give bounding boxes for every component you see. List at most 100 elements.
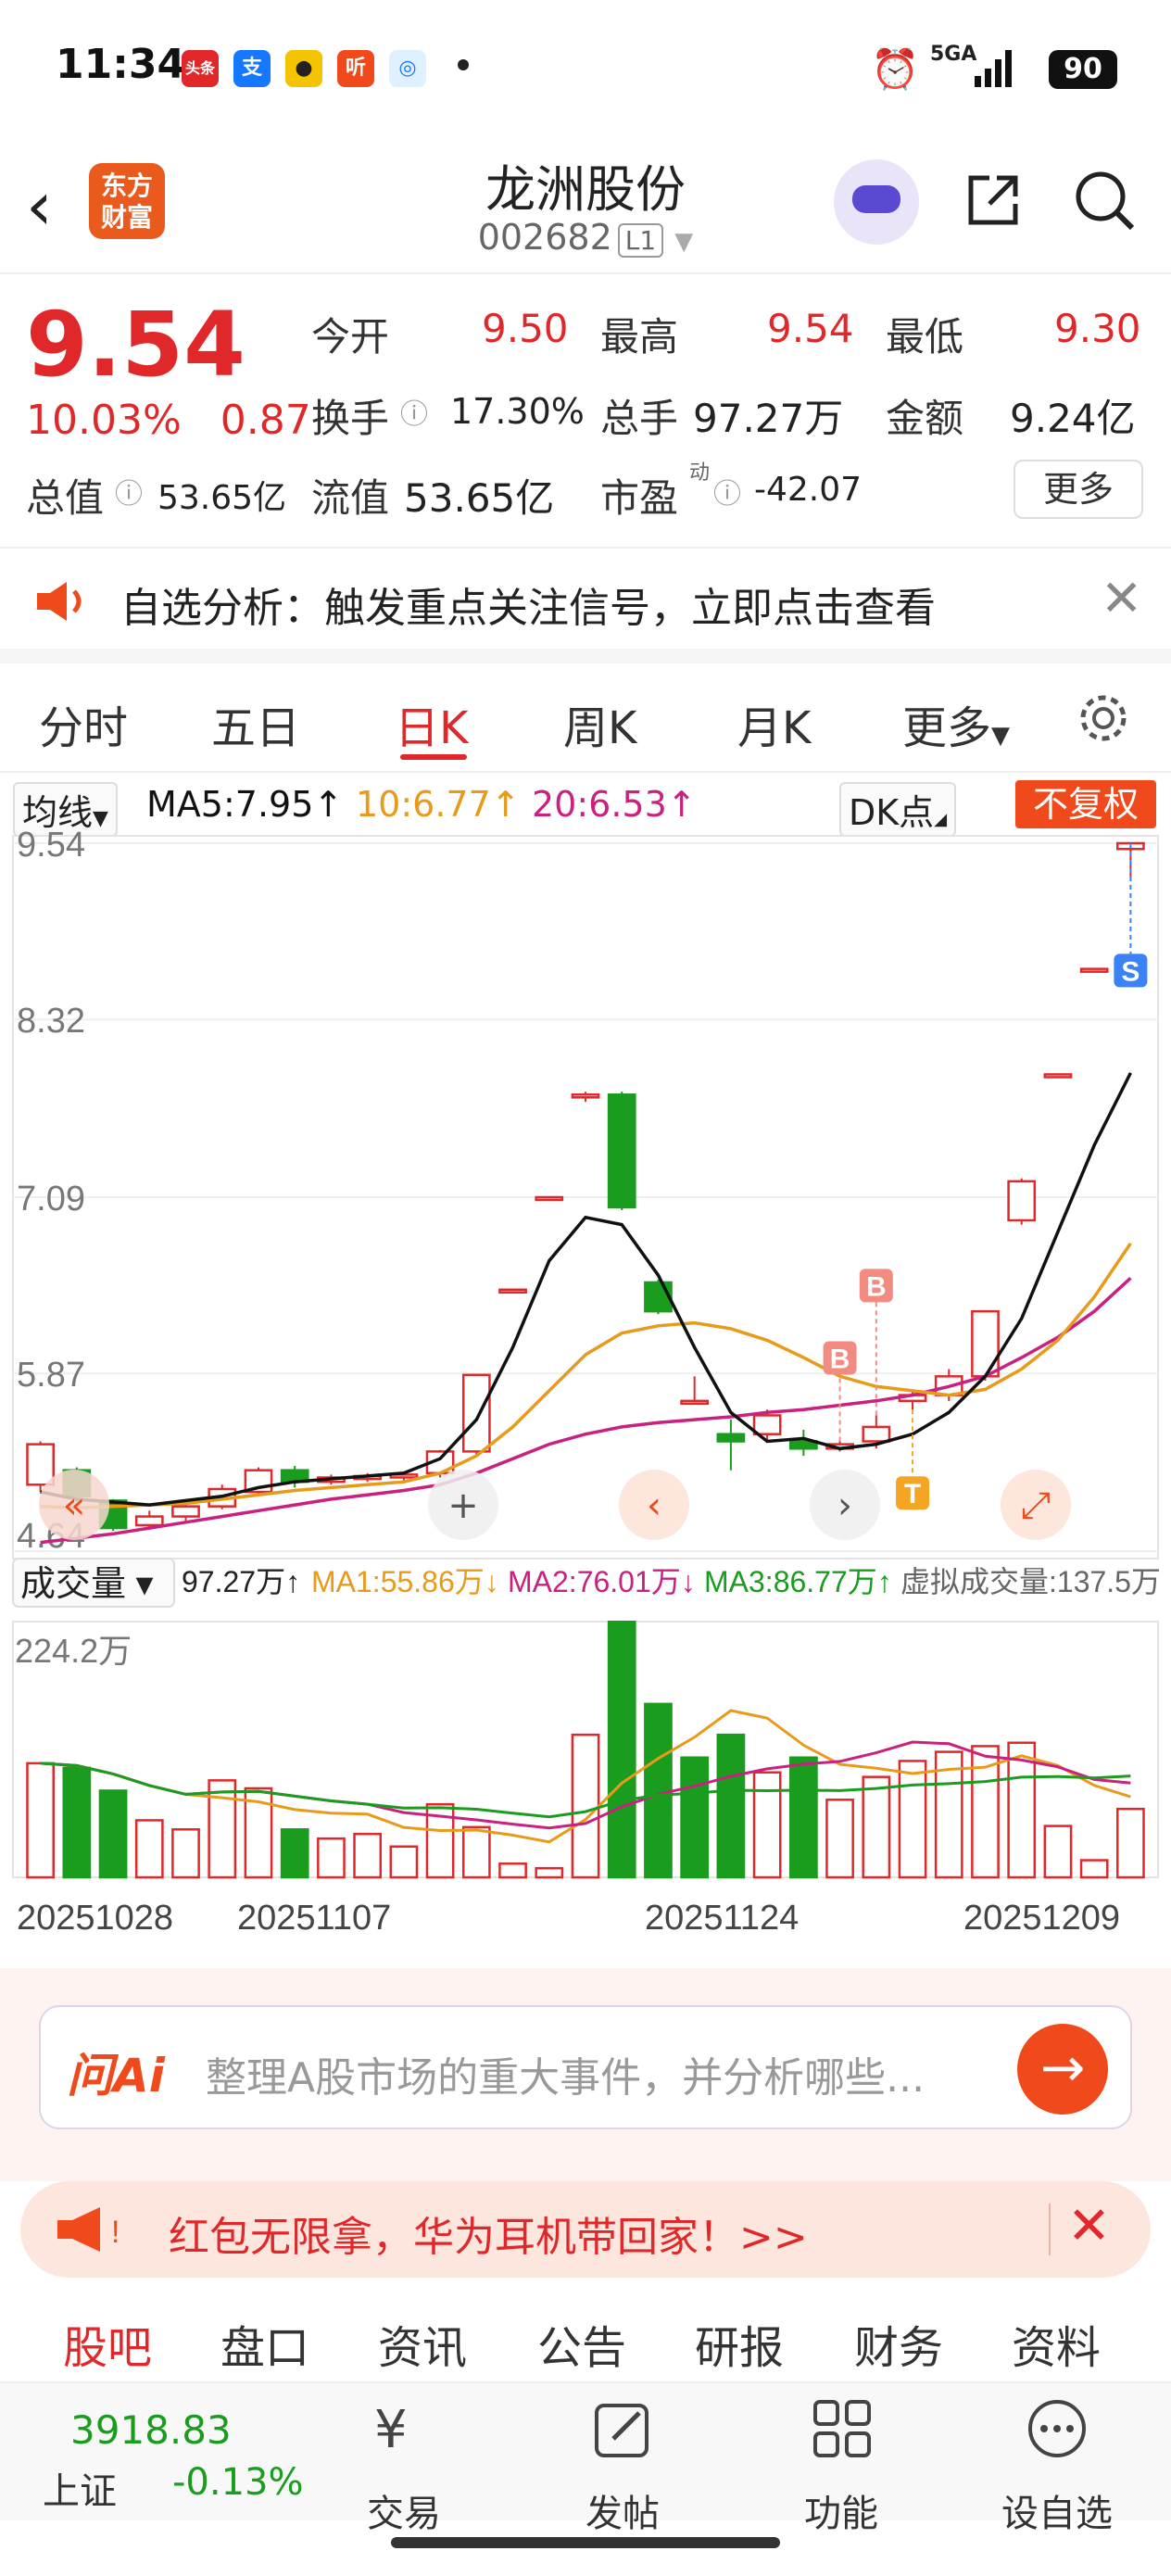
speaker-icon [37, 582, 82, 621]
info-icon[interactable]: ⓘ [115, 471, 143, 511]
volume-bar [171, 1828, 200, 1879]
x-date-label: 20251124 [645, 1899, 799, 1938]
tab-weekly-k[interactable]: 周K [563, 691, 636, 756]
volume-bar [680, 1756, 710, 1879]
change-percent: 10.03% [26, 397, 182, 444]
change-amount: 0.87 [220, 397, 311, 444]
ai-input-box[interactable]: 问Ai 整理A股市场的重大事件，并分析哪些... → [39, 2005, 1132, 2129]
info-icon[interactable]: ⓘ [400, 391, 428, 432]
send-arrow-icon[interactable]: → [1017, 2024, 1108, 2115]
ai-section: 问Ai 整理A股市场的重大事件，并分析哪些... → [0, 1968, 1171, 2181]
tab-news[interactable]: 资讯 [378, 2311, 467, 2376]
app-icon: ● [285, 50, 322, 87]
promo-banner[interactable]: ! 红包无限拿，华为耳机带回家！>> ✕ [20, 2181, 1151, 2278]
dock-trade[interactable]: 交易 [367, 2483, 441, 2537]
chart-nav-icon: + [447, 1484, 479, 1527]
tab-guba[interactable]: 股吧 [63, 2311, 152, 2376]
candle-body [1043, 1073, 1073, 1079]
tab-intraday[interactable]: 分时 [39, 691, 128, 756]
high-value: 9.54 [767, 306, 854, 351]
chart-nav-icon: « [63, 1484, 85, 1527]
volume-legend: 97.27万↑ [182, 1565, 300, 1598]
signal-marker-label: S [1121, 956, 1140, 987]
tab-research[interactable]: 研报 [695, 2311, 784, 2376]
ma5-value: MA5:7.95↑ [146, 784, 344, 825]
volume-legend: 虚拟成交量:137.5万 [900, 1565, 1161, 1598]
volume-legend: MA2:76.01万↓ [508, 1565, 696, 1598]
dropdown-icon: ▼ [991, 722, 1011, 750]
x-date-label: 20251209 [963, 1899, 1120, 1938]
gear-icon[interactable] [1075, 689, 1132, 747]
dock-add-watchlist[interactable]: 设自选 [999, 2483, 1115, 2537]
volume-label: 总手 [600, 396, 679, 441]
active-tab-indicator [400, 754, 467, 760]
more-dots-icon [1028, 2400, 1086, 2457]
volume-legend: MA3:86.77万↑ [704, 1565, 892, 1598]
x-date-label: 20251028 [17, 1899, 173, 1938]
search-icon[interactable] [1071, 167, 1138, 234]
dk-point-select[interactable]: DK点◢ [839, 782, 957, 837]
tab-more-label: 更多 [902, 702, 992, 754]
volume-value: 97.27万 [693, 396, 844, 441]
dock-function[interactable]: 功能 [802, 2483, 880, 2537]
volume-max-label: 224.2万 [15, 1632, 132, 1670]
candle-body [461, 1373, 491, 1453]
level-badge: L1 [617, 223, 664, 258]
volume-bar [898, 1760, 927, 1879]
tab-daily-k[interactable]: 日K [395, 691, 468, 756]
tab-finance[interactable]: 财务 [854, 2311, 943, 2376]
dk-point-label: DK点 [849, 792, 935, 833]
volume-bar [825, 1799, 854, 1879]
more-button[interactable]: 更多 [1014, 460, 1143, 519]
amount-value: 9.24亿 [1010, 396, 1136, 441]
candle-body [862, 1425, 891, 1443]
ai-logo: 问Ai [67, 2049, 165, 2102]
y-tick-label: 9.54 [17, 830, 85, 865]
tab-more[interactable]: 更多▼ [902, 691, 1010, 756]
y-tick-label: 5.87 [17, 1356, 85, 1395]
adjust-mode-button[interactable]: 不复权 [1015, 780, 1156, 828]
tab-announcement[interactable]: 公告 [537, 2311, 626, 2376]
tab-five-day[interactable]: 五日 [211, 691, 300, 756]
indicator-select[interactable]: 均线▼ [13, 782, 118, 837]
kline-chart[interactable]: 9.548.327.095.874.64BBTS« + ‹ › ⤢成交量 ▾ 97.27万… [0, 830, 1171, 1968]
candle-body [134, 1515, 164, 1527]
dropdown-icon: ▼ [93, 807, 108, 830]
x-date-label: 20251107 [237, 1899, 391, 1938]
mktcap-label: 总值 [26, 475, 105, 521]
tab-pankou[interactable]: 盘口 [220, 2311, 309, 2376]
notice-bar[interactable]: 自选分析：触发重点关注信号，立即点击查看 ✕ [0, 549, 1171, 663]
index-value[interactable]: 3918.83 [70, 2407, 232, 2453]
alarm-icon: ⏰ [871, 46, 920, 92]
info-icon[interactable]: ⓘ [713, 471, 741, 511]
ma-legend: 均线▼ MA5:7.95↑ 10:6.77↑ 20:6.53↑ DK点◢ 不复权 [0, 778, 1171, 837]
candle-body [1079, 967, 1109, 973]
content-tabs: 股吧 盘口 资讯 公告 研报 财务 资料 [0, 2307, 1171, 2381]
tab-monthly-k[interactable]: 月K [737, 691, 811, 756]
candle-body [752, 1414, 782, 1435]
share-icon[interactable] [963, 170, 1023, 230]
tab-profile[interactable]: 资料 [1012, 2311, 1101, 2376]
candle-body [607, 1093, 636, 1209]
dropdown-icon: ◢ [934, 810, 948, 829]
volume-bar [26, 1762, 55, 1879]
volume-bar [607, 1620, 636, 1879]
stock-header: ‹ 东方财富 龙洲股份 002682 L1 ▼ [0, 139, 1171, 274]
volume-bar [208, 1779, 237, 1879]
toutiao-app-icon: 头条 [182, 50, 219, 87]
close-icon[interactable]: ✕ [1067, 2196, 1111, 2256]
change-row: 10.03% 0.87 [26, 397, 311, 444]
status-time: 11:34 [56, 41, 186, 88]
browser-app-icon: ◎ [389, 50, 426, 87]
pe-value: -42.07 [754, 471, 863, 509]
volume-bar [862, 1775, 891, 1879]
close-icon[interactable]: ✕ [1101, 569, 1142, 627]
chart-nav-icon: › [837, 1484, 852, 1527]
dock-post[interactable]: 发帖 [584, 2483, 661, 2537]
quote-panel: 9.54 10.03% 0.87 今开 9.50 最高 9.54 最低 9.30… [0, 274, 1171, 549]
open-value: 9.50 [482, 306, 569, 351]
period-tabs: 分时 五日 日K 周K 月K 更多▼ [0, 663, 1171, 773]
alipay-app-icon: 支 [233, 50, 271, 87]
volume-bar [62, 1766, 92, 1879]
volume-bar [752, 1771, 782, 1879]
